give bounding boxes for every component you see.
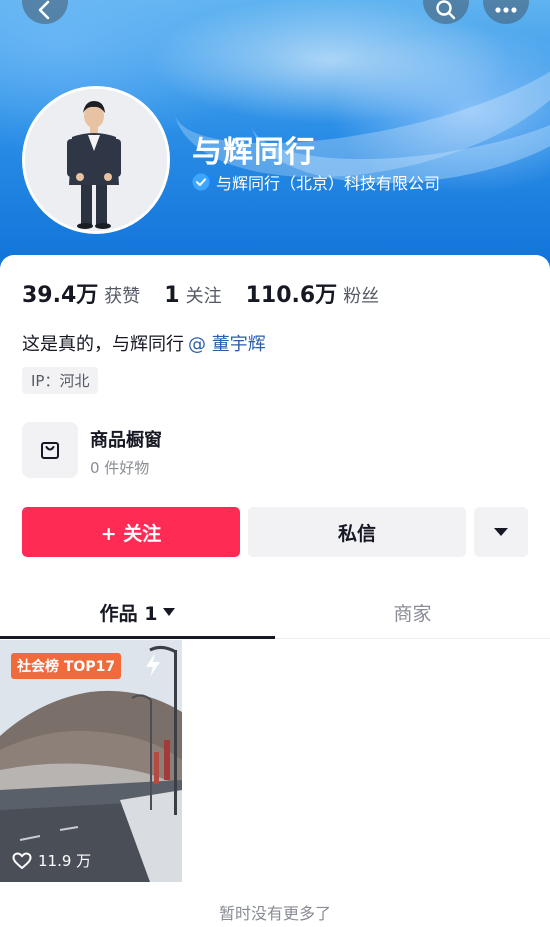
more-dots-icon — [495, 7, 517, 13]
profile-bio: 这是真的，与辉同行 @ 董宇辉 — [22, 330, 266, 356]
tab-merchant[interactable]: 商家 — [275, 585, 550, 639]
video-like-count-value: 11.9 万 — [38, 852, 92, 870]
verified-organization[interactable]: 与辉同行（北京）科技有限公司 — [192, 170, 440, 194]
stat-followers[interactable]: 110.6万 粉丝 — [246, 277, 380, 309]
tab-active-underline — [0, 636, 275, 639]
ip-location-tag: IP：河北 — [22, 367, 99, 394]
shop-window-title[interactable]: 商品橱窗 — [90, 426, 162, 452]
chevron-left-icon — [38, 0, 50, 20]
lightning-icon — [146, 653, 160, 677]
tab-works-label: 作品 1 — [99, 602, 158, 625]
profile-stats: 39.4万 获赞 1 关注 110.6万 粉丝 — [22, 277, 403, 309]
rank-badge: 社会榜 TOP17 — [11, 653, 122, 679]
profile-card: 39.4万 获赞 1 关注 110.6万 粉丝 这是真的，与辉同行 @ 董宇辉 I… — [0, 255, 550, 927]
stat-following-value: 1 — [164, 283, 180, 308]
message-button[interactable]: 私信 — [248, 507, 466, 557]
profile-name: 与辉同行 — [192, 135, 316, 170]
verified-org-label: 与辉同行（北京）科技有限公司 — [216, 174, 441, 193]
stat-followers-label: 粉丝 — [343, 286, 380, 307]
profile-tabs: 作品 1 商家 — [0, 585, 550, 639]
more-actions-dropdown[interactable] — [474, 507, 528, 557]
stat-likes-value: 39.4万 — [22, 283, 99, 308]
stat-likes-label: 获赞 — [104, 286, 141, 307]
tab-works[interactable]: 作品 1 — [0, 585, 275, 639]
avatar[interactable] — [22, 86, 170, 234]
avatar-photo — [25, 89, 167, 231]
stat-following-label: 关注 — [185, 286, 222, 307]
stat-followers-value: 110.6万 — [245, 283, 338, 308]
stat-likes[interactable]: 39.4万 获赞 — [22, 277, 140, 309]
bio-mention-link[interactable]: @ 董宇辉 — [188, 334, 266, 355]
search-icon — [436, 0, 456, 20]
video-thumbnail[interactable]: 社会榜 TOP17 11.9 万 — [0, 640, 182, 882]
caret-down-icon — [494, 528, 508, 536]
shop-window-subtitle: 0 件好物 — [90, 459, 150, 477]
follow-button[interactable]: + 关注 — [22, 507, 240, 557]
shop-window-button[interactable] — [22, 422, 78, 478]
verified-check-icon — [192, 173, 210, 191]
video-like-count: 11.9 万 — [12, 850, 91, 871]
caret-down-icon — [163, 608, 176, 616]
stat-following[interactable]: 1 关注 — [164, 282, 221, 308]
no-more-content-text: 暂时没有更多了 — [218, 904, 331, 923]
shopping-bag-icon — [41, 442, 59, 459]
bio-text: 这是真的，与辉同行 — [22, 334, 184, 355]
heart-icon — [12, 852, 32, 869]
